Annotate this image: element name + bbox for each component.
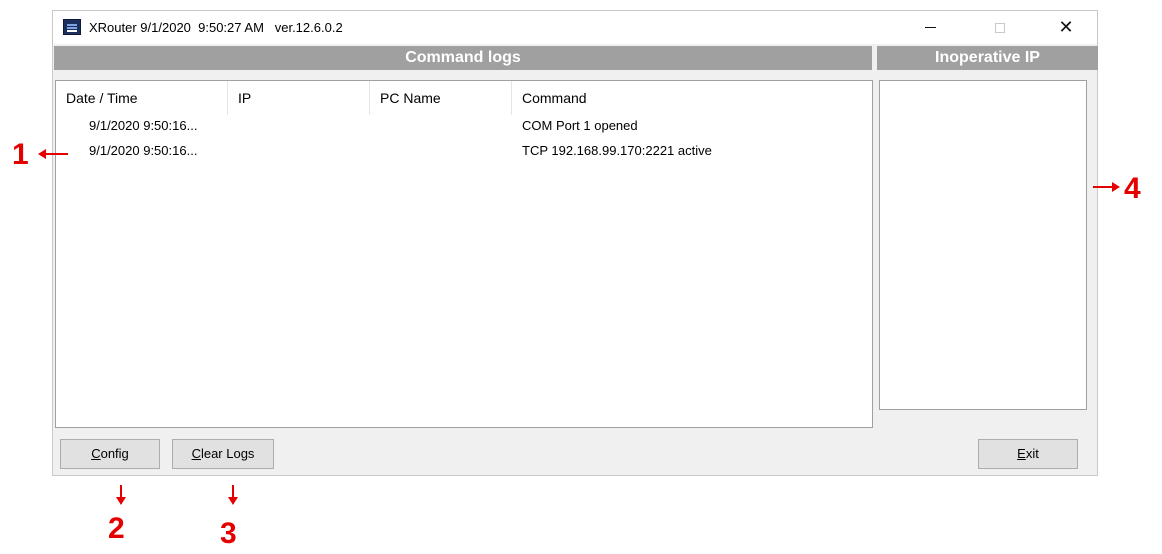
window-title: XRouter 9/1/2020 9:50:27 AM ver.12.6.0.2 [89, 20, 343, 35]
app-icon [63, 19, 81, 35]
annotation-number-1: 1 [12, 138, 29, 171]
log-row-1-command[interactable]: COM Port 1 opened [522, 118, 862, 133]
command-log-list[interactable]: Date / Time IP PC Name Command 9/1/2020 … [55, 80, 873, 428]
minimize-button[interactable] [907, 11, 953, 44]
clear-logs-label: lear Logs [200, 446, 255, 461]
config-button[interactable]: Config [60, 439, 160, 469]
column-header-ip[interactable]: IP [228, 81, 370, 115]
column-header-command[interactable]: Command [512, 81, 870, 115]
column-header-pc-name[interactable]: PC Name [370, 81, 512, 115]
annotation-number-4: 4 [1124, 172, 1141, 205]
log-row-2-command[interactable]: TCP 192.168.99.170:2221 active [522, 143, 862, 158]
close-icon: ✕ [1058, 17, 1074, 38]
clear-logs-button[interactable]: Clear Logs [172, 439, 274, 469]
xrouter-window: XRouter 9/1/2020 9:50:27 AM ver.12.6.0.2… [52, 10, 1098, 476]
column-header-datetime[interactable]: Date / Time [56, 81, 228, 115]
title-bar[interactable]: XRouter 9/1/2020 9:50:27 AM ver.12.6.0.2… [53, 11, 1097, 44]
arrow-down-icon [228, 497, 238, 505]
arrow-down-icon [116, 497, 126, 505]
inoperative-ip-header: Inoperative IP [877, 46, 1098, 70]
annotation-arrow-1 [44, 153, 68, 155]
config-mnemonic: C [91, 446, 101, 461]
annotation-number-2: 2 [108, 512, 125, 545]
clear-logs-mnemonic: C [191, 446, 201, 461]
config-label: onfig [100, 446, 129, 461]
maximize-icon [995, 22, 1005, 33]
annotation-arrow-4 [1093, 186, 1113, 188]
minimize-icon [924, 27, 936, 28]
close-button[interactable]: ✕ [1043, 11, 1089, 44]
exit-mnemonic: E [1017, 446, 1026, 461]
log-row-1-datetime[interactable]: 9/1/2020 9:50:16... [89, 118, 228, 133]
log-row-2-datetime[interactable]: 9/1/2020 9:50:16... [89, 143, 228, 158]
annotation-number-3: 3 [220, 517, 237, 550]
inoperative-ip-list[interactable] [879, 80, 1087, 410]
command-logs-header: Command logs [54, 46, 872, 70]
exit-button[interactable]: Exit [978, 439, 1078, 469]
exit-label: xit [1025, 446, 1039, 461]
maximize-button[interactable] [977, 11, 1023, 44]
arrow-right-icon [1112, 182, 1120, 192]
